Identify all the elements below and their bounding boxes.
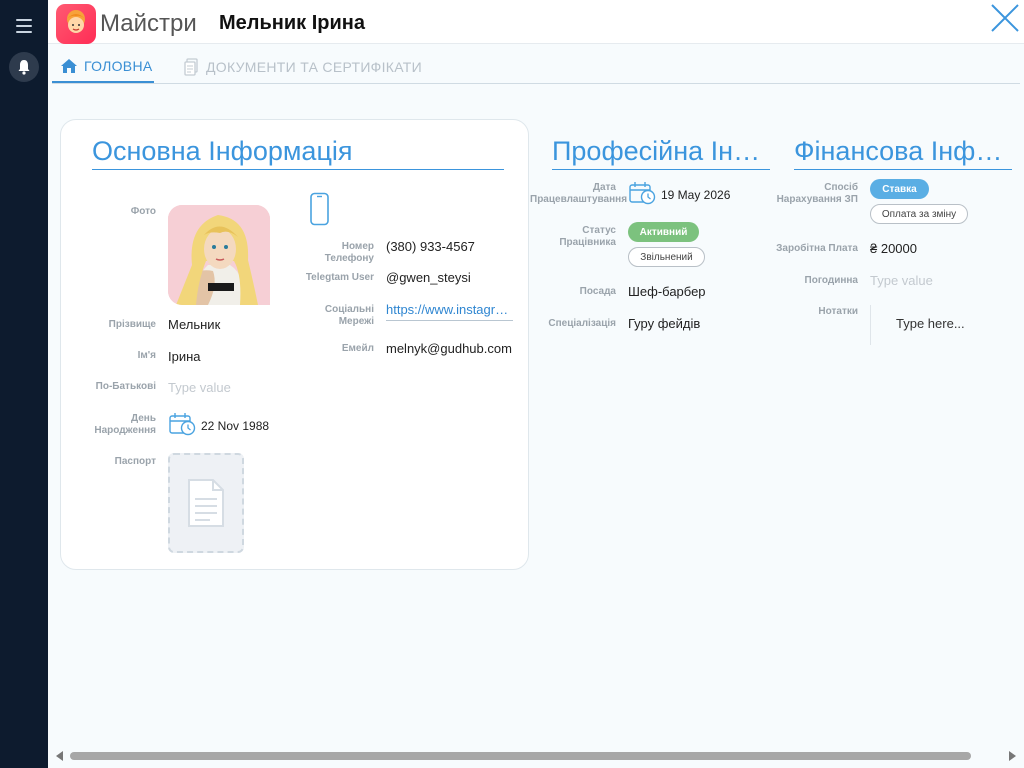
patronymic-label: По-Батькові <box>95 381 156 392</box>
name-field[interactable]: Ірина <box>168 349 201 364</box>
phone-field[interactable]: (380) 933-4567 <box>386 239 475 254</box>
close-icon[interactable] <box>990 3 1020 33</box>
status-fired-button[interactable]: Звільнений <box>628 247 705 267</box>
scroll-right-icon[interactable] <box>1009 751 1016 761</box>
position-label: Посада <box>579 286 616 297</box>
notes-label: Нотатки <box>818 306 858 317</box>
birthday-field[interactable]: 22 Nov 1988 <box>201 419 269 433</box>
document-icon <box>184 57 198 76</box>
specialization-label: Спеціалізація <box>548 318 616 329</box>
status-label: Статус Працівника <box>559 225 616 248</box>
hire-date-field[interactable]: 19 May 2026 <box>661 188 730 202</box>
hourly-field[interactable]: Type value <box>870 273 933 288</box>
birthday-label: День Народження <box>94 413 156 436</box>
telegram-label: Telegtam User <box>305 272 374 283</box>
horizontal-scrollbar[interactable] <box>52 748 1020 764</box>
tab-main[interactable]: ГОЛОВНА <box>52 50 154 83</box>
surname-field[interactable]: Мельник <box>168 317 220 332</box>
photo-label: Фото <box>130 206 156 217</box>
passport-label: Паспорт <box>114 456 156 467</box>
email-label: Емейл <box>341 343 374 354</box>
top-bar: Майстри Мельник Ірина <box>48 0 1024 44</box>
app-name: Майстри <box>100 10 197 37</box>
sidebar-rail <box>0 0 48 768</box>
app-logo[interactable] <box>56 4 96 44</box>
telegram-field[interactable]: @gwen_steysi <box>386 270 471 285</box>
notes-textarea[interactable]: Type here... <box>870 305 970 345</box>
home-icon <box>61 58 77 73</box>
phone-label: Номер Телефону <box>324 241 374 264</box>
calendar-icon[interactable] <box>169 412 196 441</box>
patronymic-field[interactable]: Type value <box>168 380 231 395</box>
financial-info-title: Фінансова Інформація <box>794 136 1012 170</box>
tab-documents[interactable]: ДОКУМЕНТИ ТА СЕРТИФІКАТИ <box>184 50 422 83</box>
tab-bar: ГОЛОВНА ДОКУМЕНТИ ТА СЕРТИФІКАТИ <box>52 50 1020 84</box>
scrollbar-thumb[interactable] <box>70 752 971 760</box>
salary-label: Заробітна Плата <box>776 243 858 254</box>
hourly-label: Погодинна <box>804 275 858 286</box>
avatar[interactable] <box>168 205 270 305</box>
notification-bell-icon[interactable] <box>9 52 39 82</box>
tab-main-label: ГОЛОВНА <box>84 57 153 74</box>
scroll-left-icon[interactable] <box>56 751 63 761</box>
professional-info-title: Професійна Інформація <box>552 136 770 170</box>
status-active-button[interactable]: Активний <box>628 222 699 242</box>
surname-label: Прізвище <box>108 319 156 330</box>
salary-field[interactable]: ₴ 20000 <box>870 241 917 256</box>
pay-rate-button[interactable]: Ставка <box>870 179 929 199</box>
pay-method-label: Спосіб Нарахування ЗП <box>776 182 858 205</box>
hamburger-menu-icon[interactable] <box>12 16 36 36</box>
name-label: Ім'я <box>137 350 156 361</box>
position-field[interactable]: Шеф-барбер <box>628 284 706 299</box>
tab-documents-label: ДОКУМЕНТИ ТА СЕРТИФІКАТИ <box>206 58 423 75</box>
specialization-field[interactable]: Гуру фейдів <box>628 316 700 331</box>
social-label: Соціальні Мережі <box>324 304 374 327</box>
record-title: Мельник Ірина <box>219 12 365 34</box>
hire-date-label: Дата Працевлаштування <box>530 182 628 205</box>
pay-shift-button[interactable]: Оплата за зміну <box>870 204 968 224</box>
phone-icon <box>309 192 331 231</box>
social-link[interactable]: https://www.instagram.com/ <box>386 302 513 321</box>
basic-info-title: Основна Інформація <box>92 136 504 170</box>
calendar-icon[interactable] <box>629 181 656 210</box>
file-icon <box>188 479 224 527</box>
email-field[interactable]: melnyk@gudhub.com <box>386 341 512 356</box>
passport-upload[interactable] <box>168 453 244 553</box>
